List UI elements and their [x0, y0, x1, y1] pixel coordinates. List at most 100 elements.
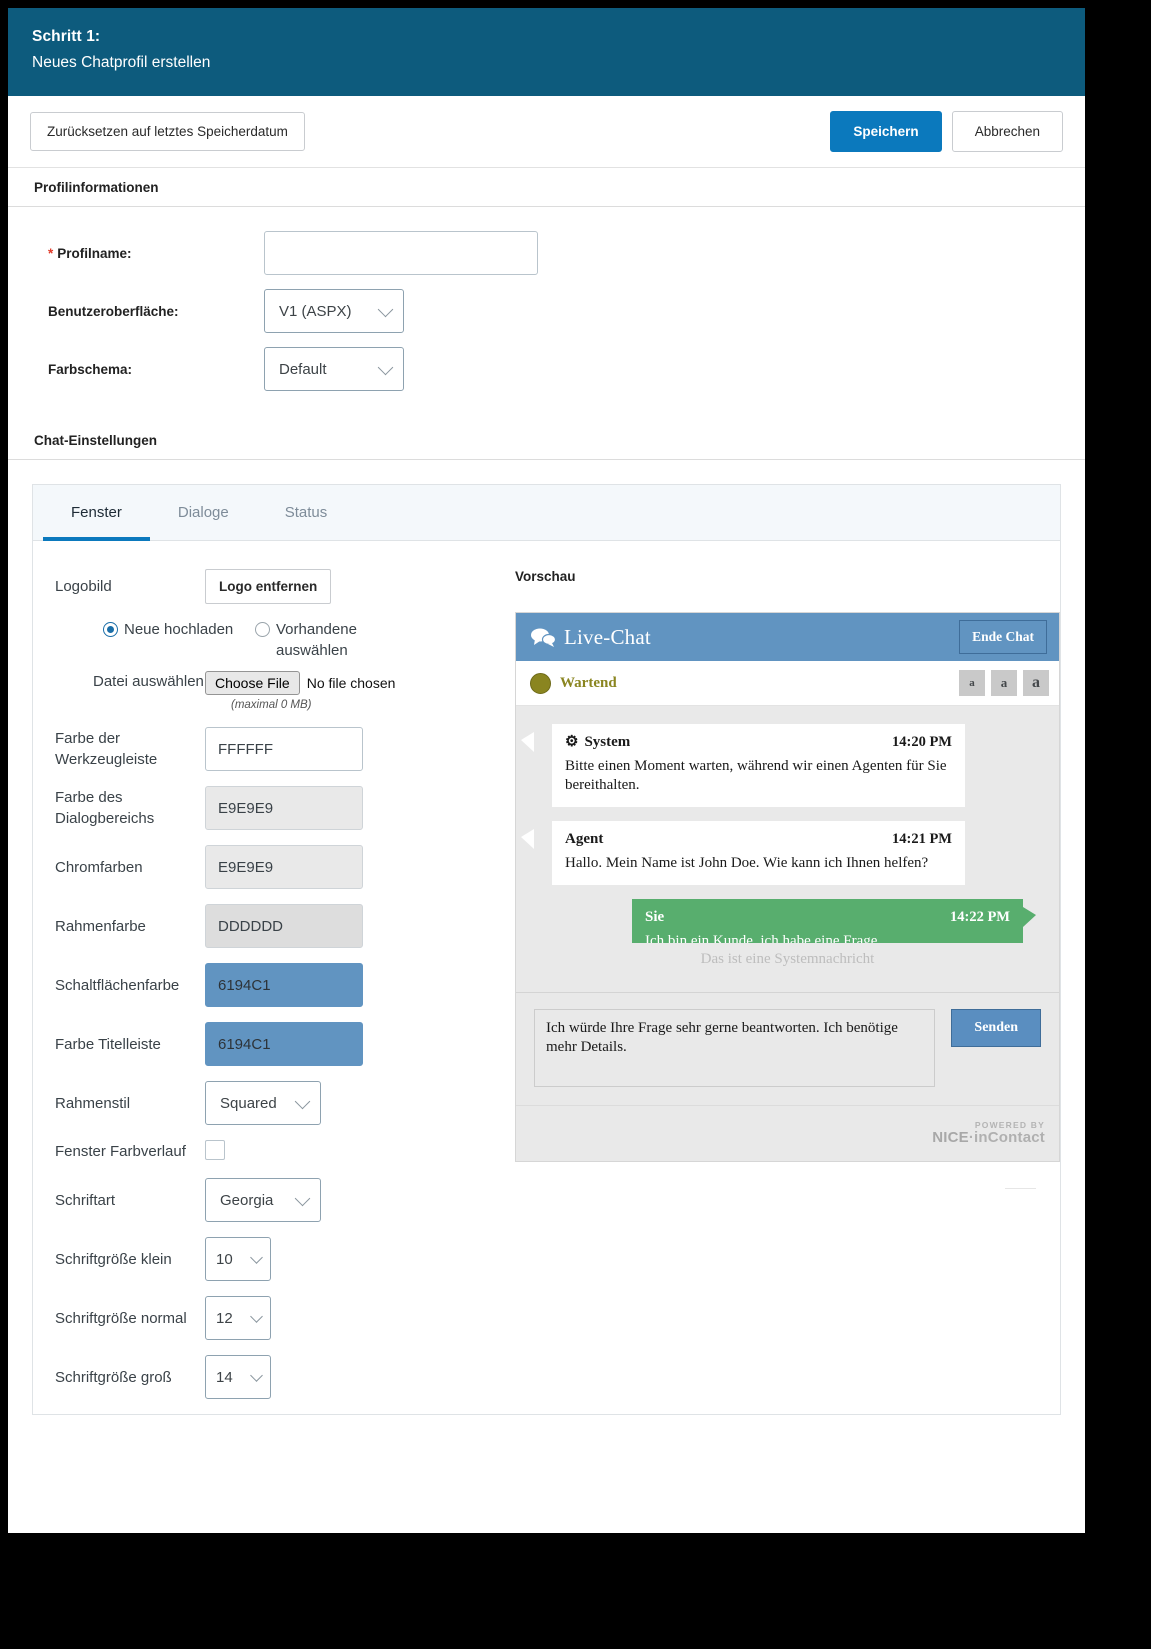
border-style-select[interactable]: Squared: [205, 1081, 321, 1125]
logo-image-label: Logobild: [55, 578, 112, 595]
chat-status-text: Wartend: [560, 674, 617, 691]
file-input-line: Choose File No file chosen: [205, 671, 491, 695]
tab-dialoge[interactable]: Dialoge: [150, 485, 257, 540]
row-choose-file: Datei auswählen Choose File No file chos…: [55, 671, 491, 711]
choose-file-label: Datei auswählen: [93, 673, 204, 690]
chrome-color-input[interactable]: E9E9E9: [205, 845, 363, 889]
chevron-down-icon: [377, 359, 394, 376]
radio-selected-icon: [103, 622, 118, 637]
remove-logo-button[interactable]: Logo entfernen: [205, 569, 332, 604]
chat-footer: POWERED BY NICE·inContact: [516, 1105, 1059, 1161]
cancel-button[interactable]: Abbrechen: [951, 111, 1063, 152]
required-asterisk: *: [48, 245, 54, 261]
chat-message-header: Sie 14:22 PM: [645, 909, 1010, 926]
chevron-down-icon: [250, 1369, 263, 1382]
profile-name-label-text: Profilname:: [57, 245, 132, 261]
toolbar-color-field: FFFFFF: [205, 727, 491, 771]
font-size-small-select[interactable]: 10: [205, 1237, 271, 1281]
chevron-down-icon: [294, 1093, 311, 1110]
chat-settings-wrap: Fenster Dialoge Status Logobild Logo ent…: [8, 460, 1085, 1415]
save-button[interactable]: Speichern: [830, 111, 942, 152]
chat-message-header: Agent 14:21 PM: [565, 831, 952, 848]
font-size-large-select[interactable]: 14: [205, 1355, 271, 1399]
font-size-medium-button[interactable]: a: [991, 670, 1017, 696]
font-size-large-value: 14: [216, 1368, 233, 1386]
font-size-large-label: Schriftgröße groß: [55, 1368, 172, 1386]
color-scheme-select[interactable]: Default: [264, 347, 404, 391]
frame-color-label: Rahmenfarbe: [55, 917, 146, 935]
chat-compose-input[interactable]: Ich würde Ihre Frage sehr gerne beantwor…: [534, 1009, 936, 1087]
font-size-normal-select[interactable]: 12: [205, 1296, 271, 1340]
radio-select-existing-label: Vorhandene auswählen: [276, 621, 357, 659]
toolbar-color-input[interactable]: FFFFFF: [205, 727, 363, 771]
radio-upload-new-label: Neue hochladen: [124, 621, 234, 638]
chat-settings-panel: Fenster Dialoge Status Logobild Logo ent…: [32, 484, 1061, 1415]
user-interface-label: Benutzeroberfläche:: [48, 303, 179, 319]
section-profile-information: Profilinformationen: [8, 168, 1085, 207]
chevron-down-icon: [294, 1190, 311, 1207]
logo-source-radio-group: Neue hochladen Vorhandene auswählen: [103, 619, 491, 661]
font-family-field: Georgia: [205, 1178, 491, 1222]
radio-select-existing[interactable]: Vorhandene auswählen: [255, 619, 407, 661]
frame-color-input[interactable]: DDDDDD: [205, 904, 363, 948]
dialog-area-color-label: Farbe des Dialogbereichs: [55, 789, 155, 827]
step-title: Schritt 1:: [32, 28, 101, 45]
action-bar: Zurücksetzen auf letztes Speicherdatum S…: [8, 96, 1085, 168]
panel-divider: [1005, 1188, 1036, 1189]
chat-message-system: ⚙ System 14:20 PM Bitte einen Moment war…: [534, 724, 1041, 807]
row-window-gradient: Fenster Farbverlauf: [55, 1140, 491, 1163]
radio-unselected-icon: [255, 622, 270, 637]
font-size-large-button[interactable]: a: [1023, 670, 1049, 696]
titlebar-color-input[interactable]: 6194C1: [205, 1022, 363, 1066]
chrome-color-label: Chromfarben: [55, 858, 143, 876]
tab-bar: Fenster Dialoge Status: [33, 485, 1060, 541]
font-family-select[interactable]: Georgia: [205, 1178, 321, 1222]
window-gradient-checkbox[interactable]: [205, 1140, 225, 1160]
chat-message-bubble: Sie 14:22 PM Ich bin ein Kunde, ich habe…: [632, 899, 1023, 943]
profile-name-input[interactable]: [264, 231, 538, 275]
font-size-small-field: 10: [205, 1237, 491, 1281]
status-indicator-icon: [530, 672, 551, 694]
titlebar-color-label: Farbe Titelleiste: [55, 1035, 161, 1053]
border-style-label: Rahmenstil: [55, 1094, 131, 1112]
row-titlebar-color: Farbe Titelleiste 6194C1: [55, 1022, 491, 1066]
border-style-value: Squared: [220, 1094, 277, 1112]
chat-logo: Live-Chat: [530, 625, 651, 650]
dialog-area-color-input[interactable]: E9E9E9: [205, 786, 363, 830]
chat-message-time: 14:20 PM: [892, 734, 952, 750]
chrome-color-field: E9E9E9: [205, 845, 491, 889]
form-row-user-interface: Benutzeroberfläche: V1 (ASPX): [8, 287, 1085, 335]
chat-bubble-icon: [530, 627, 557, 647]
tab-fenster[interactable]: Fenster: [43, 485, 150, 541]
file-max-size-hint: (maximal 0 MB): [231, 699, 312, 711]
reset-button[interactable]: Zurücksetzen auf letztes Speicherdatum: [30, 112, 305, 151]
dialog-area-color-field: E9E9E9: [205, 786, 491, 830]
window-gradient-field: [205, 1140, 491, 1163]
radio-upload-new[interactable]: Neue hochladen: [103, 619, 255, 661]
profile-form: * Profilname: Benutzeroberfläche: V1 (ASP…: [8, 207, 1085, 421]
step-header: Schritt 1: Neues Chatprofil erstellen: [8, 8, 1085, 96]
user-interface-value: V1 (ASPX): [279, 302, 352, 320]
row-border-style: Rahmenstil Squared: [55, 1081, 491, 1125]
chat-message-text: Bitte einen Moment warten, während wir e…: [565, 758, 947, 793]
choose-file-button[interactable]: Choose File: [205, 671, 300, 695]
choose-file-field: Choose File No file chosen (maximal 0 MB…: [205, 671, 491, 711]
end-chat-button[interactable]: Ende Chat: [959, 620, 1047, 654]
chat-message-list: ⚙ System 14:20 PM Bitte einen Moment war…: [516, 706, 1059, 992]
user-interface-select[interactable]: V1 (ASPX): [264, 289, 404, 333]
color-scheme-label: Farbschema:: [48, 361, 133, 377]
chat-message-bubble: Agent 14:21 PM Hallo. Mein Name ist John…: [552, 821, 965, 885]
chat-message-header: ⚙ System 14:20 PM: [565, 734, 952, 751]
tab-status[interactable]: Status: [257, 485, 356, 540]
send-button[interactable]: Senden: [951, 1009, 1041, 1047]
titlebar-color-field: 6194C1: [205, 1022, 491, 1066]
chat-message-text: Ich bin ein Kunde, ich habe eine Frage.: [645, 933, 882, 943]
font-size-normal-field: 12: [205, 1296, 491, 1340]
chat-profile-page: Schritt 1: Neues Chatprofil erstellen Zu…: [8, 8, 1085, 1533]
button-color-input[interactable]: 6194C1: [205, 963, 363, 1007]
font-size-small-button[interactable]: a: [959, 670, 985, 696]
chat-title-text: Live-Chat: [564, 624, 651, 649]
row-dialog-area-color: Farbe des Dialogbereichs E9E9E9: [55, 786, 491, 830]
row-toolbar-color: Farbe der Werkzeugleiste FFFFFF: [55, 727, 491, 771]
gear-icon: ⚙: [565, 734, 579, 750]
